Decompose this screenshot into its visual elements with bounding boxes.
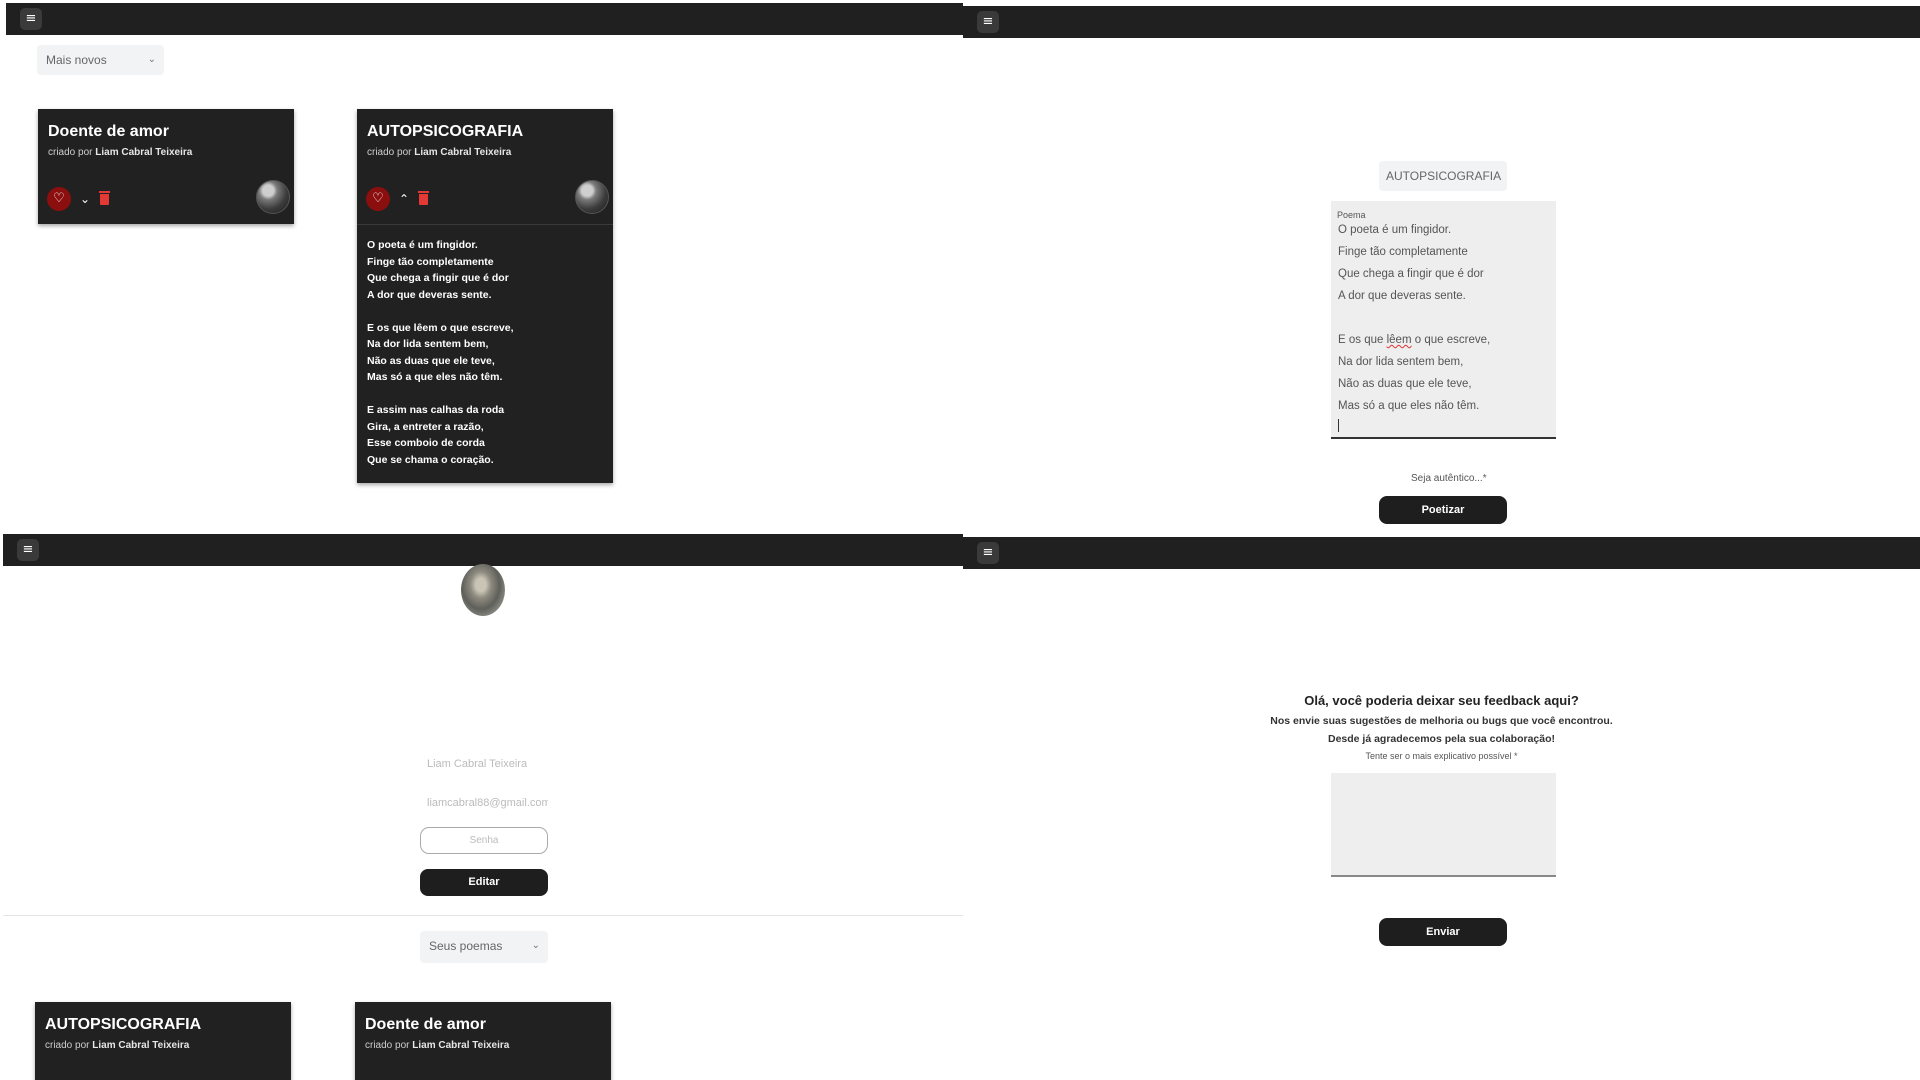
poem-line: Não as duas que ele teve, [1338,378,1472,390]
created-by-prefix: criado por [48,147,93,158]
edit-button[interactable]: Editar [420,869,548,896]
collapse-chevron-up-icon[interactable]: ⌃ [396,189,412,209]
poem-card[interactable]: Doente de amor criado por Liam Cabral Te… [355,1002,611,1080]
poem-line-part: E os que [1338,334,1384,346]
poem-body: O poeta é um fingidor. Finge tão completa… [357,224,613,466]
poem-line: Mas só a que eles não têm. [1338,400,1480,412]
feedback-line-2: Desde já agradecemos pela sua colaboraçã… [1327,733,1556,745]
poem-card-title[interactable]: Doente de amor [48,123,169,141]
poem-line: Na dor lida sentem bem, [367,338,489,350]
poem-card-expanded[interactable]: AUTOPSICOGRAFIA criado por Liam Cabral T… [357,109,613,483]
poem-editor-screen: ≡ AUTOPSICOGRAFIA Poema O poeta é um fin… [963,0,1920,534]
poem-line: Que chega a fingir que é dor [367,272,509,284]
poem-line: E os que lêem o que escreve, [1338,334,1490,346]
poem-card[interactable]: Doente de amor criado por Liam Cabral Te… [38,109,294,224]
menu-icon[interactable]: ≡ [977,11,999,33]
poem-line: Na dor lida sentem bem, [1338,356,1464,368]
poem-card-author: criado por Liam Cabral Teixeira [48,147,192,158]
top-app-bar: ≡ [6,3,963,35]
poem-card-title[interactable]: AUTOPSICOGRAFIA [367,123,523,141]
poem-line: E assim nas calhas da roda [367,404,505,416]
created-by-prefix: criado por [367,147,412,158]
poem-title-input[interactable]: AUTOPSICOGRAFIA [1379,161,1507,191]
poem-textarea[interactable]: Poema O poeta é um fingidor. Finge tão c… [1331,201,1556,439]
poem-card-title[interactable]: Doente de amor [365,1016,486,1034]
poem-card-author: criado por Liam Cabral Teixeira [365,1040,509,1051]
poem-field-label: Poema [1337,210,1366,220]
poem-line: Não as duas que ele teve, [367,354,495,367]
like-heart-icon[interactable]: ♡ [47,187,71,211]
poem-line: A dor que deveras sente. [1338,290,1466,302]
poem-line: O poeta é um fingidor. [367,239,478,251]
text-cursor [1338,419,1339,432]
poem-card-author: criado por Liam Cabral Teixeira [367,147,511,158]
poem-line: O poeta é um fingidor. [1338,224,1452,236]
poem-line: Mas só a que eles não têm. [367,371,503,383]
author-avatar[interactable] [256,180,290,214]
created-by-prefix: criado por [45,1040,90,1051]
poem-line: Finge tão completamente [1338,246,1468,258]
feed-screen: ≡ Mais novos ⌄ Doente de amor criado por… [0,0,963,534]
chevron-down-icon: ⌄ [147,54,156,65]
sort-select[interactable]: Mais novos ⌄ [37,45,164,75]
top-app-bar: ≡ [963,537,1920,569]
author-name: Liam Cabral Teixeira [412,1040,510,1051]
poem-line: Gira, a entreter a razão, [367,420,484,433]
poem-card-author: criado por Liam Cabral Teixeira [45,1040,189,1051]
poetizar-button[interactable]: Poetizar [1379,496,1507,524]
feedback-screen: ≡ Olá, você poderia deixar seu feedback … [963,534,1920,1080]
like-heart-icon[interactable]: ♡ [366,187,390,211]
password-input[interactable]: Senha [420,827,548,854]
poem-line: E os que lêem o que escreve, [367,321,514,334]
created-by-prefix: criado por [365,1040,410,1051]
feedback-textarea[interactable] [1331,773,1556,877]
chevron-down-icon: ⌄ [531,940,540,951]
author-name: Liam Cabral Teixeira [92,1040,190,1051]
menu-icon[interactable]: ≡ [20,8,42,30]
menu-icon[interactable]: ≡ [17,539,39,561]
poems-filter-select[interactable]: Seus poemas ⌄ [420,931,548,963]
poem-card-title[interactable]: AUTOPSICOGRAFIA [45,1016,201,1034]
delete-trash-icon[interactable] [99,191,110,205]
poem-line: Que se chama o coração. [367,453,494,466]
delete-trash-icon[interactable] [418,191,429,205]
authentic-label: Seja autêntico...* [1411,473,1487,484]
poem-line: Que chega a fingir que é dor [1338,268,1484,280]
sort-select-value: Mais novos [46,53,107,67]
poem-line: Finge tão completamente [367,255,494,268]
profile-avatar[interactable] [461,564,505,616]
poem-line-part: o que escreve, [1414,334,1491,346]
author-name: Liam Cabral Teixeira [414,147,512,158]
divider [3,915,963,916]
spellcheck-word: lêem [1386,334,1412,346]
profile-screen: ≡ Liam Cabral Teixeira liamcabral88@gmai… [0,534,963,1080]
expand-chevron-down-icon[interactable]: ⌄ [77,189,93,209]
feedback-line-1: Nos envie suas sugestões de melhoria ou … [1270,715,1613,727]
poems-filter-value: Seus poemas [429,939,503,953]
top-app-bar: ≡ [3,534,963,566]
send-button[interactable]: Enviar [1379,918,1507,946]
author-name: Liam Cabral Teixeira [95,147,193,158]
feedback-field-label: Tente ser o mais explicativo possível * [1365,751,1518,761]
feedback-heading: Olá, você poderia deixar seu feedback aq… [1304,693,1579,708]
top-app-bar: ≡ [963,6,1920,38]
name-input[interactable]: Liam Cabral Teixeira [420,750,548,778]
poem-line: A dor que deveras sente. [367,288,492,301]
author-avatar[interactable] [575,180,609,214]
poem-card[interactable]: AUTOPSICOGRAFIA criado por Liam Cabral T… [35,1002,291,1080]
email-input[interactable]: liamcabral88@gmail.com [420,789,548,817]
menu-icon[interactable]: ≡ [977,542,999,564]
poem-line: Esse comboio de corda [367,437,485,449]
